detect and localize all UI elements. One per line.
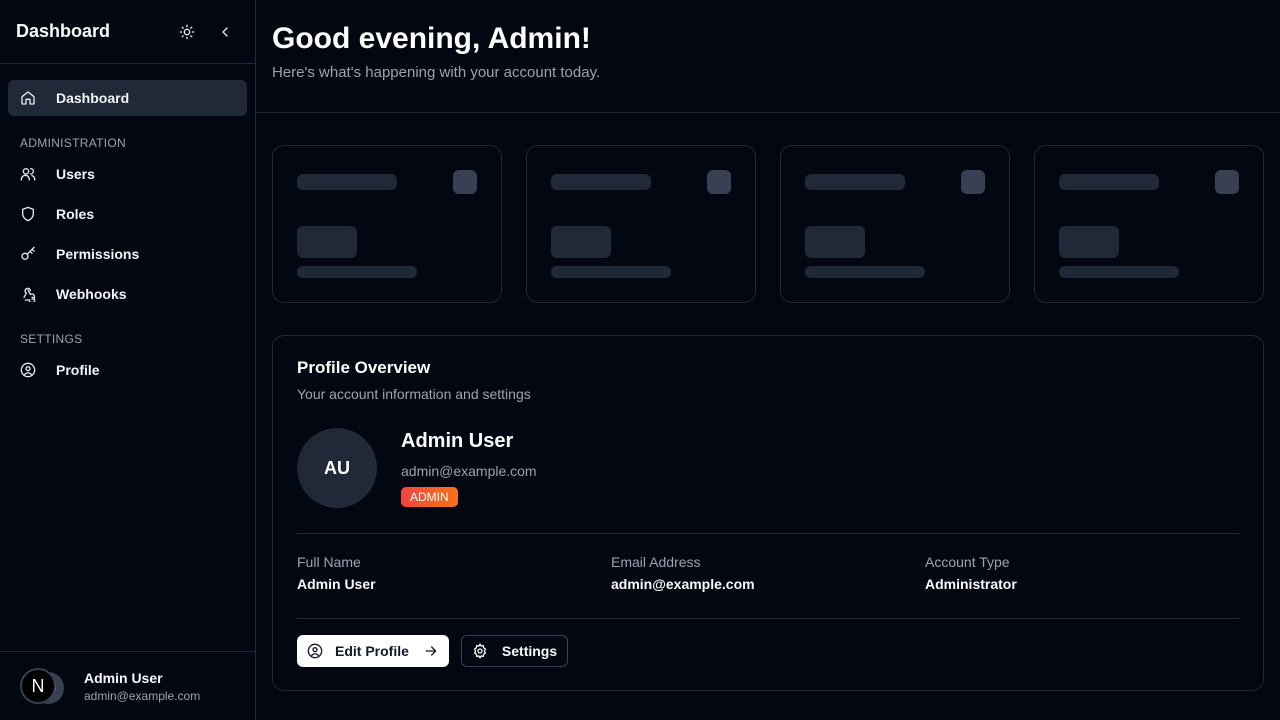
skeleton-icon [707, 170, 731, 194]
skeleton-subtext [551, 266, 671, 278]
field-label: Email Address [611, 554, 701, 570]
field-value: admin@example.com [611, 576, 755, 592]
skeleton-title [805, 174, 905, 190]
page-header: Good evening, Admin! Here's what's happe… [256, 0, 1280, 113]
profile-avatar: AU [297, 428, 377, 508]
avatar: AU N [20, 668, 64, 704]
edit-profile-button[interactable]: Edit Profile [297, 635, 449, 667]
user-email: admin@example.com [84, 688, 201, 703]
sidebar-item-label: Profile [56, 362, 100, 378]
stat-card-skeleton [780, 145, 1010, 303]
button-label: Settings [501, 643, 558, 659]
sidebar-item-users[interactable]: Users [8, 156, 247, 192]
user-circle-icon [20, 362, 36, 378]
field-label: Account Type [925, 554, 1010, 570]
profile-email: admin@example.com [401, 462, 537, 479]
skeleton-value [805, 226, 865, 258]
sidebar-header: Dashboard [0, 0, 255, 64]
divider [297, 533, 1239, 534]
shield-icon [20, 206, 36, 222]
chevron-left-icon [222, 26, 228, 37]
card-title: Profile Overview [297, 358, 431, 377]
stat-card-skeleton [526, 145, 756, 303]
divider [297, 618, 1239, 619]
card-subtitle: Your account information and settings [297, 386, 531, 402]
users-icon [20, 166, 36, 182]
webhook-icon [20, 286, 36, 302]
collapse-sidebar-button[interactable] [211, 18, 239, 46]
sidebar-item-profile[interactable]: Profile [8, 352, 247, 388]
field-full-name: Full Name Admin User [297, 554, 611, 592]
page-title: Good evening, Admin! [272, 22, 591, 55]
field-value: Administrator [925, 576, 1017, 592]
stat-card-skeleton [272, 145, 502, 303]
role-badge: ADMIN [401, 486, 458, 507]
field-label: Full Name [297, 554, 361, 570]
settings-button[interactable]: Settings [460, 635, 569, 667]
skeleton-subtext [297, 266, 417, 278]
skeleton-subtext [1059, 266, 1179, 278]
profile-user-info: Admin User admin@example.com ADMIN [401, 430, 537, 507]
sidebar-user-menu[interactable]: AU N Admin User admin@example.com [0, 651, 255, 720]
arrow-right-icon [423, 643, 439, 659]
skeleton-icon [961, 170, 985, 194]
user-circle-icon [307, 643, 323, 659]
field-value: Admin User [297, 576, 376, 592]
profile-fields: Full Name Admin User Email Address admin… [297, 554, 1239, 592]
sidebar-item-roles[interactable]: Roles [8, 196, 247, 232]
sidebar-nav: Dashboard ADMINISTRATION Users Roles Per… [0, 64, 255, 388]
skeleton-value [551, 226, 611, 258]
gear-icon [472, 643, 488, 659]
sidebar-title: Dashboard [16, 21, 111, 41]
sidebar-item-label: Users [56, 166, 95, 182]
profile-actions: Edit Profile Settings [297, 635, 1239, 667]
sidebar-item-label: Dashboard [56, 90, 130, 106]
profile-overview-card: Profile Overview Your account informatio… [272, 335, 1264, 691]
skeleton-title [1059, 174, 1159, 190]
theme-toggle-button[interactable] [173, 18, 201, 46]
skeleton-value [1059, 226, 1119, 258]
stats-cards [272, 145, 1264, 303]
sidebar: Dashboard Dashboard ADMINISTRATION Users… [0, 0, 256, 720]
avatar-logo: N [20, 668, 56, 704]
skeleton-title [297, 174, 397, 190]
nav-section-administration: ADMINISTRATION [20, 136, 126, 150]
main-content: Good evening, Admin! Here's what's happe… [256, 0, 1280, 720]
sidebar-item-label: Webhooks [56, 286, 127, 302]
sidebar-item-permissions[interactable]: Permissions [8, 236, 247, 272]
sidebar-item-label: Permissions [56, 246, 140, 262]
field-account-type: Account Type Administrator [925, 554, 1239, 592]
profile-name: Admin User [401, 429, 514, 452]
skeleton-icon [1215, 170, 1239, 194]
page-subtitle: Here's what's happening with your accoun… [272, 64, 601, 81]
stat-card-skeleton [1034, 145, 1264, 303]
skeleton-title [551, 174, 651, 190]
sidebar-item-webhooks[interactable]: Webhooks [8, 276, 247, 312]
nav-section-settings: SETTINGS [20, 332, 83, 346]
key-icon [20, 246, 36, 262]
sun-icon [179, 24, 195, 39]
field-email-address: Email Address admin@example.com [611, 554, 925, 592]
profile-user: AU Admin User admin@example.com ADMIN [297, 428, 1239, 508]
sidebar-item-label: Roles [56, 206, 95, 222]
button-label: Edit Profile [335, 643, 409, 659]
sidebar-item-dashboard[interactable]: Dashboard [8, 80, 247, 116]
user-name: Admin User [84, 669, 163, 686]
user-info: Admin User admin@example.com [84, 670, 200, 703]
skeleton-icon [453, 170, 477, 194]
skeleton-value [297, 226, 357, 258]
skeleton-subtext [805, 266, 925, 278]
home-icon [20, 90, 36, 106]
